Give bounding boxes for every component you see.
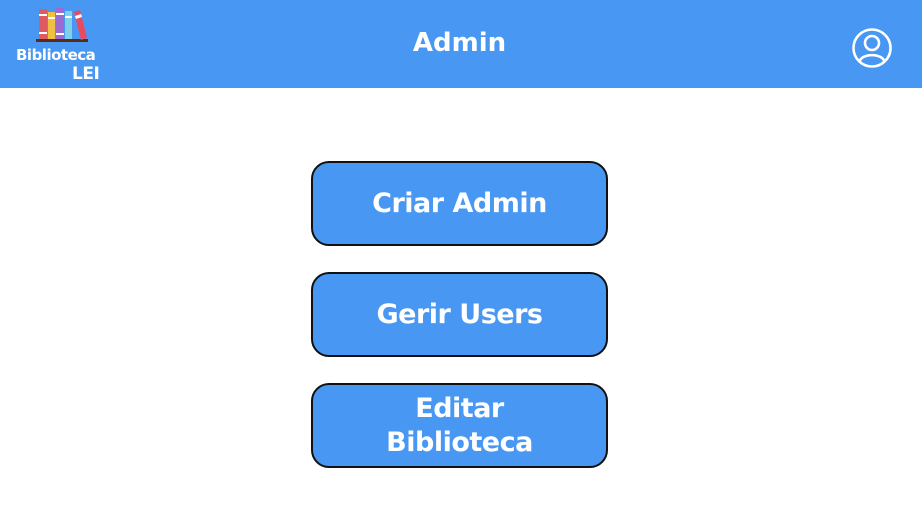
create-admin-label: Criar Admin <box>372 187 547 219</box>
account-button[interactable] <box>851 27 893 69</box>
top-bar: Biblioteca LEI Admin <box>0 0 922 88</box>
page-title: Admin <box>0 28 922 58</box>
manage-users-label: Gerir Users <box>376 298 543 330</box>
logo-subtext: LEI <box>72 64 100 84</box>
create-admin-button[interactable]: Criar Admin <box>311 161 608 246</box>
edit-library-label: Editar Biblioteca <box>386 392 533 458</box>
edit-library-button[interactable]: Editar Biblioteca <box>311 383 608 468</box>
user-circle-icon <box>852 28 892 68</box>
page-title-text: Admin <box>412 28 507 58</box>
manage-users-button[interactable]: Gerir Users <box>311 272 608 357</box>
